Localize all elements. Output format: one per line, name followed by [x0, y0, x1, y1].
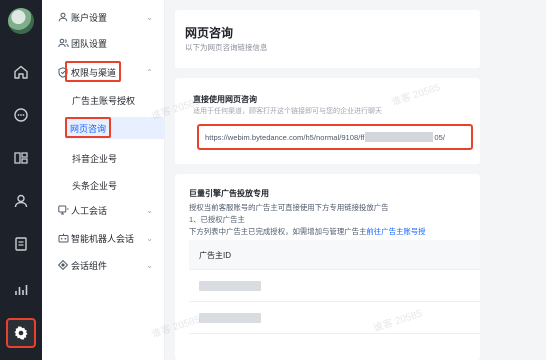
page-title: 网页咨询: [185, 26, 234, 40]
component-icon: [57, 259, 69, 271]
ad-description: 授权当前客服账号的广告主可直接使用下方专用链接投放广告: [189, 203, 389, 212]
robot-icon: [57, 232, 69, 244]
settings-button[interactable]: [6, 318, 36, 348]
avatar[interactable]: [8, 8, 34, 34]
dashboard-icon[interactable]: [9, 146, 33, 170]
team-icon: [57, 37, 69, 49]
menu-web-consult[interactable]: 网页咨询: [65, 117, 165, 139]
user-icon[interactable]: [9, 189, 33, 213]
direct-link-card: 直接使用网页咨询 适用于任何渠道，顾客打开这个链接即可与您的企业进行聊天 htt…: [175, 78, 480, 164]
headset-icon: [57, 204, 69, 216]
authorized-text: 下方列表中广告主已完成授权，如需增加与管理广告主: [189, 227, 367, 236]
menu-toutiao-account[interactable]: 头条企业号: [42, 174, 165, 196]
chevron-up-icon: ⌃: [146, 67, 153, 77]
menu-douyin-account[interactable]: 抖音企业号: [42, 147, 165, 169]
menu-label: 团队设置: [71, 38, 108, 49]
document-icon[interactable]: [9, 232, 33, 256]
redacted-cell: [199, 313, 261, 323]
menu-account-settings[interactable]: 账户设置 ⌄: [42, 6, 165, 28]
redacted-cell: [199, 281, 261, 291]
menu-manual-session[interactable]: 人工会话 ⌄: [42, 199, 165, 221]
table-header: 广告主ID: [189, 240, 480, 270]
page-subtitle: 以下为网页咨询链接信息: [185, 43, 268, 52]
menu-label: 头条企业号: [72, 180, 118, 191]
home-icon[interactable]: [9, 60, 33, 84]
menu-session-components[interactable]: 会话组件 ⌄: [42, 254, 165, 276]
section-description: 适用于任何渠道，顾客打开这个链接即可与您的企业进行聊天: [193, 108, 382, 115]
settings-menu: 账户设置 ⌄ 团队设置 权限与渠道 ⌃ 广告主账号授权 网页咨询 抖音企业号 头…: [42, 0, 165, 360]
url-suffix: 05/: [434, 132, 445, 142]
chat-icon[interactable]: [9, 103, 33, 127]
account-icon: [57, 11, 69, 23]
main-content: 网页咨询 以下为网页咨询链接信息 直接使用网页咨询 适用于任何渠道，顾客打开这个…: [165, 0, 546, 360]
shield-icon: [57, 66, 69, 78]
chevron-down-icon: ⌄: [146, 260, 153, 270]
menu-permissions-channels[interactable]: 权限与渠道 ⌃: [42, 61, 165, 83]
menu-label: 账户设置: [71, 12, 108, 23]
header-card: 网页咨询 以下为网页咨询链接信息: [175, 10, 480, 68]
menu-label: 人工会话: [71, 205, 108, 216]
section-title: 直接使用网页咨询: [193, 95, 257, 104]
section-title: 巨量引擎广告投放专用: [189, 189, 269, 198]
menu-label: 权限与渠道: [71, 67, 117, 78]
authorized-description: 下方列表中广告主已完成授权，如需增加与管理广告主前往广告主账号授: [189, 226, 426, 237]
menu-label: 广告主账号授权: [72, 95, 136, 106]
menu-advertiser-authorization[interactable]: 广告主账号授权: [42, 89, 165, 111]
app-rail: [0, 0, 42, 360]
chevron-down-icon: ⌄: [146, 233, 153, 243]
menu-label: 智能机器人会话: [71, 233, 135, 244]
gear-icon: [13, 325, 29, 341]
menu-label: 会话组件: [71, 260, 108, 271]
column-advertiser-id: 广告主ID: [199, 251, 231, 260]
table-row: [189, 270, 480, 302]
menu-bot-session[interactable]: 智能机器人会话 ⌄: [42, 227, 165, 249]
chevron-down-icon: ⌄: [146, 205, 153, 215]
advertiser-auth-link[interactable]: 前往广告主账号授: [366, 227, 425, 236]
analytics-icon[interactable]: [9, 278, 33, 302]
ad-link-card: 巨量引擎广告投放专用 授权当前客服账号的广告主可直接使用下方专用链接投放广告 1…: [175, 174, 480, 360]
url-prefix: https://webim.bytedance.com/h5/normal/91…: [205, 132, 365, 142]
table-row: [189, 302, 480, 334]
authorized-heading: 1、已授权广告主: [189, 215, 245, 224]
menu-label: 网页咨询: [70, 123, 107, 134]
menu-team-settings[interactable]: 团队设置: [42, 32, 165, 54]
menu-label: 抖音企业号: [72, 153, 118, 164]
redacted-segment: [365, 132, 434, 142]
chevron-down-icon: ⌄: [146, 12, 153, 22]
consult-url-field[interactable]: https://webim.bytedance.com/h5/normal/91…: [197, 124, 473, 150]
